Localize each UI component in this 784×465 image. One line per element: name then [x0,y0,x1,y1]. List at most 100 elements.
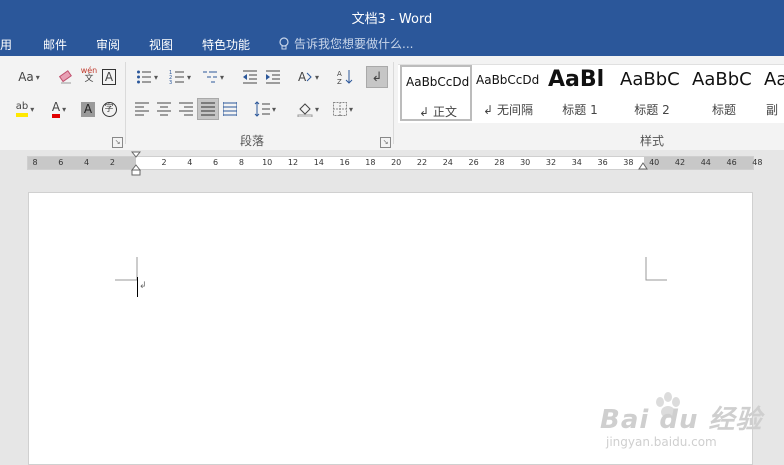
phonetic-guide-button[interactable]: wén 文 [80,64,98,86]
tab-special-features[interactable]: 特色功能 [202,36,250,53]
svg-text:Z: Z [337,78,342,85]
ruler-tick-label: 20 [391,158,402,167]
style-sample: AaBl [548,67,605,92]
style-sample: AaBbC [620,69,680,90]
style-name-label: 标题 [711,103,736,117]
decrease-indent-icon [243,70,257,84]
paragraph-mark-icon: ↲ [371,69,383,85]
styles-gallery: AaBbCcDd ↲ 正文 AaBbCcDd ↲ 无间隔 AaBl 标题 1 A… [398,64,784,123]
align-left-button[interactable] [132,98,152,120]
style-name: ↲ 无间隔 [472,101,544,118]
ruler-tick-label: 28 [494,158,505,167]
change-case-button[interactable]: Aa [14,66,44,88]
align-center-button[interactable] [154,98,174,120]
enclose-label: 字 [101,101,117,117]
ruler-tick-label: 48 [752,158,763,167]
font-color-button[interactable]: A [44,98,74,120]
align-right-button[interactable] [176,98,196,120]
indent-marker-icon[interactable] [131,151,141,177]
align-left-icon [135,102,149,116]
tab-mailings[interactable]: 邮件 [43,36,67,53]
tab-view[interactable]: 视图 [149,36,173,53]
borders-button[interactable] [328,98,358,120]
ruler-tick-label: 6 [58,158,64,167]
decrease-indent-button[interactable] [240,66,260,88]
char-shading-label: A [80,101,96,117]
style-subtitle[interactable]: Aa 副 [760,65,784,121]
style-normal[interactable]: AaBbCcDd ↲ 正文 [400,65,472,121]
paragraph-mark-icon: ↲ [483,103,494,117]
ruler-tick-label: 26 [468,158,479,167]
style-heading-2[interactable]: AaBbC 标题 2 [616,65,688,121]
window-title: 文档3 - Word [351,12,433,27]
highlight-button[interactable]: ab [10,98,40,120]
shading-button[interactable] [293,98,323,120]
ruler-tick-label: 24 [442,158,453,167]
justify-button[interactable] [197,98,219,120]
ruler-tick-label: 18 [365,158,376,167]
enclose-characters-button[interactable]: 字 [100,98,118,120]
bullets-icon [136,70,151,84]
ruler-tick-label: 12 [287,158,299,167]
lightbulb-icon [279,36,289,49]
ruler-tick-label: 10 [262,158,273,167]
style-sample: AaBbCcDd [406,75,470,89]
numbering-button[interactable]: 123 [165,66,195,88]
ruler-tick-label: 8 [238,158,244,167]
ruler-tick-label: 38 [623,158,634,167]
show-hide-marks-button[interactable]: ↲ [366,66,388,88]
style-sample: AaBbC [692,69,752,90]
change-case-label: Aa [18,70,34,84]
sort-button[interactable]: AZ [335,66,355,88]
multilevel-list-icon [202,71,217,83]
group-separator [125,62,126,144]
style-name-label: 标题 1 [562,103,598,117]
bullets-button[interactable] [132,66,162,88]
ruler-tick-label: 16 [339,158,350,167]
increase-indent-button[interactable] [263,66,283,88]
justify-icon [201,102,215,116]
baidu-jingyan-watermark: Bai du 经验 jingyan.baidu.com [594,381,784,465]
tab-review[interactable]: 审阅 [96,36,120,53]
style-heading-1[interactable]: AaBl 标题 1 [544,65,616,121]
styles-group-label: 样式 [640,134,665,148]
ruler-tick-label: 8 [32,158,38,167]
distributed-button[interactable] [220,98,240,120]
numbering-icon: 123 [169,70,184,85]
text-direction-button[interactable]: A [293,66,323,88]
line-spacing-button[interactable] [250,98,280,120]
ruler-tick-label: 36 [597,158,608,167]
ruler-tick-label: 14 [313,158,324,167]
style-no-spacing[interactable]: AaBbCcDd ↲ 无间隔 [472,65,544,121]
group-separator [393,62,394,144]
font-color-icon: A [51,99,61,118]
align-right-icon [179,102,193,116]
svg-text:A: A [298,70,307,84]
highlight-label: ab [15,101,29,112]
tell-me-box[interactable]: 告诉我您想要做什么... [278,35,413,52]
char-border-button[interactable]: A [100,66,118,88]
crop-mark-top-right [645,257,667,281]
style-name-label: 副 [765,103,778,117]
sort-icon: AZ [337,70,353,85]
font-dialog-launcher-icon[interactable]: ↘ [112,137,123,148]
svg-text:3: 3 [169,80,172,85]
ruler-tick-label: 2 [109,158,115,167]
distributed-icon [223,102,237,116]
borders-icon [332,102,347,116]
font-color-label: A [51,99,61,114]
paragraph-mark-icon: ↲ [139,281,147,291]
ruler-tick-label: 46 [726,158,737,167]
tab-reference-partial[interactable]: 用 [0,36,12,53]
ruler-tick-label: 30 [520,158,531,167]
style-name-label: 标题 2 [634,103,670,117]
paragraph-dialog-launcher-icon[interactable]: ↘ [380,137,391,148]
ribbon: Aa wén文 A ab A A 字 ↘ 123 A AZ ↲ [0,56,784,151]
style-sample: AaBbCcDd [476,73,540,87]
char-shading-button[interactable]: A [79,98,97,120]
right-indent-marker-icon[interactable] [638,162,648,172]
paragraph-mark-icon: ↲ [419,105,430,119]
clear-formatting-button[interactable] [56,66,76,88]
style-title[interactable]: AaBbC 标题 [688,65,760,121]
multilevel-list-button[interactable] [198,66,228,88]
